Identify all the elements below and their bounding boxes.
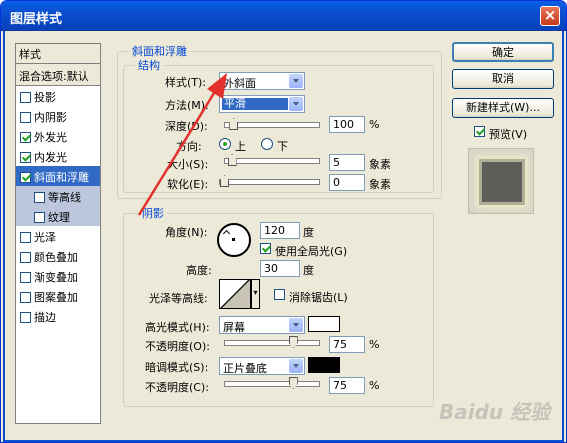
preview-thumbnail [468,148,534,214]
style-item-11[interactable]: 图案叠加 [16,286,100,306]
style-item-checkbox[interactable] [20,232,31,243]
title-bar: 图层样式 × [1,1,566,31]
angle-label: 角度(N): [165,226,208,239]
window-title: 图层样式 [10,12,63,27]
highlight-opacity-unit: % [369,338,380,351]
cancel-button[interactable]: 取消 [452,69,554,89]
angle-dial-center [232,238,235,241]
style-item-2[interactable]: 内阴影 [16,106,100,126]
styles-list: 样式 混合选项:默认 投影内阴影外发光内发光斜面和浮雕等高线纹理光泽颜色叠加渐变… [15,43,101,424]
blend-options-item[interactable]: 混合选项:默认 [16,64,100,86]
red-arrow-annotation [137,73,227,216]
style-item-4[interactable]: 内发光 [16,146,100,166]
style-item-checkbox[interactable] [20,132,31,143]
altitude-unit: 度 [303,264,314,277]
direction-down-radio[interactable] [261,138,273,150]
chevron-down-icon [289,359,303,373]
style-item-label: 渐变叠加 [34,271,78,284]
depth-input[interactable]: 100 [329,116,365,133]
size-input[interactable]: 5 [329,154,365,171]
global-light-checkbox[interactable] [260,243,271,254]
chevron-down-icon [289,74,303,88]
altitude-label: 高度: [186,264,212,277]
preview-checkbox[interactable] [474,126,485,137]
highlight-mode-select[interactable]: 屏幕 [219,316,305,334]
style-item-label: 光泽 [34,231,56,244]
gloss-contour-label: 光泽等高线: [149,292,208,305]
highlight-opacity-input[interactable]: 75 [329,336,365,353]
chevron-down-icon [289,318,303,332]
arrow-head [207,73,227,99]
style-item-checkbox[interactable] [34,192,45,203]
style-item-label: 内发光 [34,151,67,164]
style-item-checkbox[interactable] [20,92,31,103]
highlight-opacity-slider[interactable] [224,336,320,348]
style-item-label: 等高线 [48,191,81,204]
style-item-label: 投影 [34,91,56,104]
preview-swatch [482,162,522,202]
size-unit: 象素 [369,158,391,171]
gloss-contour-preview[interactable] [219,279,251,309]
altitude-input[interactable]: 30 [260,260,300,277]
crosshair-icon [222,229,231,238]
style-item-label: 外发光 [34,131,67,144]
style-item-8[interactable]: 光泽 [16,226,100,246]
style-item-checkbox[interactable] [20,152,31,163]
antialias-label: 消除锯齿(L) [289,291,348,304]
layer-style-dialog: 图层样式 × 样式 混合选项:默认 投影内阴影外发光内发光斜面和浮雕等高线纹理光… [0,0,567,443]
style-item-9[interactable]: 颜色叠加 [16,246,100,266]
shadow-color-swatch[interactable] [308,357,340,373]
soften-unit: 象素 [369,178,391,191]
preview-label: 预览(V) [489,128,528,141]
style-item-label: 颜色叠加 [34,251,78,264]
chevron-down-icon [289,97,303,111]
gloss-contour-dropdown[interactable]: ▾ [251,279,260,309]
styles-header[interactable]: 样式 [16,44,100,64]
close-button[interactable]: × [540,6,560,26]
arrow-line [137,84,221,216]
depth-unit: % [369,118,380,131]
style-item-label: 内阴影 [34,111,67,124]
shadow-mode-select[interactable]: 正片叠底 [219,357,305,375]
style-item-7[interactable]: 纹理 [16,206,100,226]
style-item-checkbox[interactable] [20,112,31,123]
new-style-button[interactable]: 新建样式(W)... [452,98,554,118]
style-item-label: 斜面和浮雕 [34,171,89,184]
style-item-label: 图案叠加 [34,291,78,304]
angle-unit: 度 [303,226,314,239]
style-item-label: 纹理 [48,211,70,224]
global-light-label: 使用全局光(G) [275,245,348,258]
shadow-opacity-unit: % [369,379,380,392]
style-item-checkbox[interactable] [20,252,31,263]
style-item-3[interactable]: 外发光 [16,126,100,146]
shadow-opacity-input[interactable]: 75 [329,377,365,394]
shadow-opacity-slider[interactable] [224,377,320,389]
style-item-label: 描边 [34,311,56,324]
angle-dial[interactable] [217,223,251,257]
shadow-opacity-label: 不透明度(C): [145,381,209,394]
style-item-5[interactable]: 斜面和浮雕 [16,166,100,186]
highlight-color-swatch[interactable] [308,316,340,332]
style-item-checkbox[interactable] [34,212,45,223]
antialias-checkbox[interactable] [274,289,285,300]
direction-down-label: 下 [277,140,288,153]
highlight-opacity-label: 不透明度(O): [145,340,210,353]
style-item-checkbox[interactable] [20,312,31,323]
soften-input[interactable]: 0 [329,174,365,191]
ok-button[interactable]: 确定 [452,42,554,62]
style-item-checkbox[interactable] [20,292,31,303]
style-item-12[interactable]: 描边 [16,306,100,326]
style-item-1[interactable]: 投影 [16,86,100,106]
style-item-10[interactable]: 渐变叠加 [16,266,100,286]
watermark: Baidu 经验 [439,400,551,424]
style-item-6[interactable]: 等高线 [16,186,100,206]
style-item-checkbox[interactable] [20,172,31,183]
style-item-checkbox[interactable] [20,272,31,283]
angle-input[interactable]: 120 [260,222,300,239]
shadow-mode-label: 暗调模式(S): [145,361,209,374]
highlight-mode-label: 高光模式(H): [145,321,210,334]
